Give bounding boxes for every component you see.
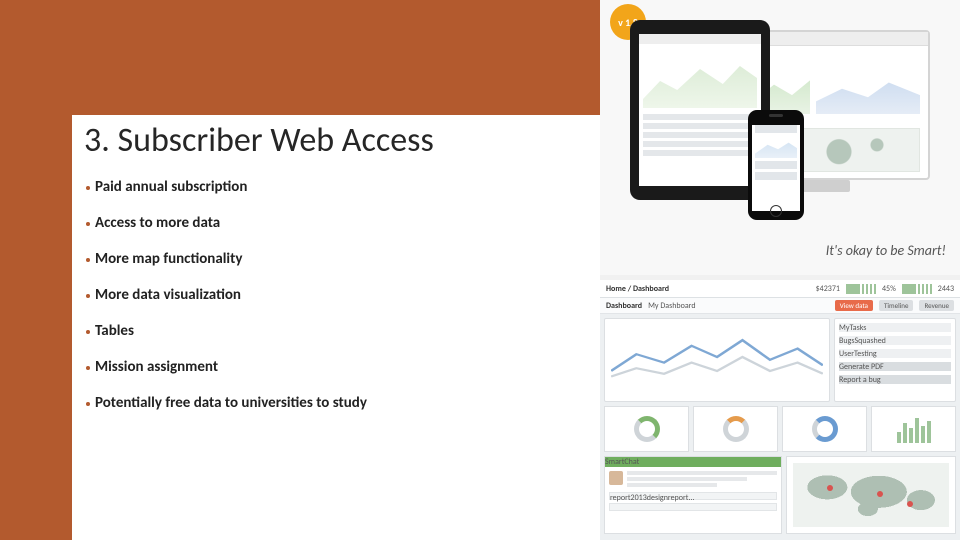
bullet-item: More data visualization xyxy=(86,286,566,304)
kpi-card xyxy=(693,406,778,452)
bullet-item: More map functionality xyxy=(86,250,566,268)
viewdata-pill: View data xyxy=(835,300,873,311)
chat-panel: SmartChat report2013designreport... xyxy=(604,456,782,534)
donut-icon xyxy=(634,416,660,442)
bullet-text: More data visualization xyxy=(95,286,241,304)
bullet-dot-icon xyxy=(86,186,90,190)
page-subtitle: My Dashboard xyxy=(648,301,696,311)
list-item: UserTesting xyxy=(839,349,951,358)
bullet-text: Paid annual subscription xyxy=(95,178,247,196)
bullet-text: Access to more data xyxy=(95,214,220,232)
bullet-dot-icon xyxy=(86,258,90,262)
admin-dashboard-image: Home / Dashboard $42371 45% 2443 Dashboa… xyxy=(600,280,960,540)
list-item: BugsSquashed xyxy=(839,336,951,345)
area-chart-mock xyxy=(643,48,757,108)
phone-screen xyxy=(752,125,800,211)
slide-title: 3. Subscriber Web Access xyxy=(84,120,434,161)
bullet-item: Potentially free data to universities to… xyxy=(86,394,566,412)
map-panel xyxy=(786,456,956,534)
bullet-item: Tables xyxy=(86,322,566,340)
bullet-item: Mission assignment xyxy=(86,358,566,376)
phone-mock xyxy=(748,110,804,220)
list-item: MyTasks xyxy=(839,323,951,332)
chat-header: SmartChat xyxy=(605,457,781,467)
kpi-card xyxy=(782,406,867,452)
map-pin-icon xyxy=(827,485,833,491)
kpi-row xyxy=(600,406,960,456)
page-title: Dashboard xyxy=(606,301,642,311)
bar-chart-icon xyxy=(897,415,931,443)
slide: 3. Subscriber Web Access Paid annual sub… xyxy=(0,0,960,540)
stat-value: 45% xyxy=(882,284,896,294)
breadcrumb: Home / Dashboard xyxy=(606,284,669,294)
breadcrumb-bar: Home / Dashboard $42371 45% 2443 xyxy=(600,280,960,298)
bullet-text: Mission assignment xyxy=(95,358,218,376)
generate-pdf-mock: Generate PDF xyxy=(839,362,951,371)
kpi-card xyxy=(871,406,956,452)
sparkline-icon xyxy=(902,284,932,294)
line-chart-mock xyxy=(611,329,823,385)
subheader-bar: Dashboard My Dashboard View data Timelin… xyxy=(600,298,960,314)
bullet-item: Paid annual subscription xyxy=(86,178,566,196)
chat-message xyxy=(609,471,777,489)
avatar xyxy=(609,471,623,485)
image-column: v 1.8 682.11 xyxy=(600,0,960,540)
stat-value: 2443 xyxy=(938,284,954,294)
bottom-row: SmartChat report2013designreport... xyxy=(600,456,960,538)
timeline-pill: Timeline xyxy=(879,300,913,311)
tagline-text: It's okay to be Smart! xyxy=(826,242,946,259)
bullet-dot-icon xyxy=(86,366,90,370)
line-chart-panel xyxy=(604,318,830,402)
bullet-text: Potentially free data to universities to… xyxy=(95,394,367,412)
bullet-text: Tables xyxy=(95,322,134,340)
map-pin-icon xyxy=(877,491,883,497)
attachment-row xyxy=(609,503,777,511)
world-map-mock xyxy=(793,463,949,527)
map-pin-icon xyxy=(907,501,913,507)
bullet-dot-icon xyxy=(86,222,90,226)
bullet-text: More map functionality xyxy=(95,250,242,268)
header-stats: $42371 45% 2443 xyxy=(816,284,954,294)
stat-value: $42371 xyxy=(816,284,840,294)
tablet-screen xyxy=(639,34,761,186)
dashboard-body: MyTasks BugsSquashed UserTesting Generat… xyxy=(600,314,960,406)
bullet-dot-icon xyxy=(86,402,90,406)
content-column: 3. Subscriber Web Access Paid annual sub… xyxy=(0,0,600,540)
dashboard-mock: Home / Dashboard $42371 45% 2443 Dashboa… xyxy=(600,280,960,540)
kpi-card xyxy=(604,406,689,452)
device-group: 682.11 xyxy=(630,20,930,230)
devices-dashboard-image: v 1.8 682.11 xyxy=(600,0,960,275)
bullet-list: Paid annual subscription Access to more … xyxy=(86,178,566,430)
sparkline-icon xyxy=(846,284,876,294)
bullet-item: Access to more data xyxy=(86,214,566,232)
revenue-pill: Revenue xyxy=(919,300,954,311)
donut-icon xyxy=(723,416,749,442)
report-bug-mock: Report a bug xyxy=(839,375,951,384)
donut-icon xyxy=(812,416,838,442)
chat-text xyxy=(627,471,777,489)
attachment-row: report2013designreport... xyxy=(609,492,777,500)
side-list-panel: MyTasks BugsSquashed UserTesting Generat… xyxy=(834,318,956,402)
bullet-dot-icon xyxy=(86,330,90,334)
table-rows-mock xyxy=(639,112,761,161)
bullet-dot-icon xyxy=(86,294,90,298)
